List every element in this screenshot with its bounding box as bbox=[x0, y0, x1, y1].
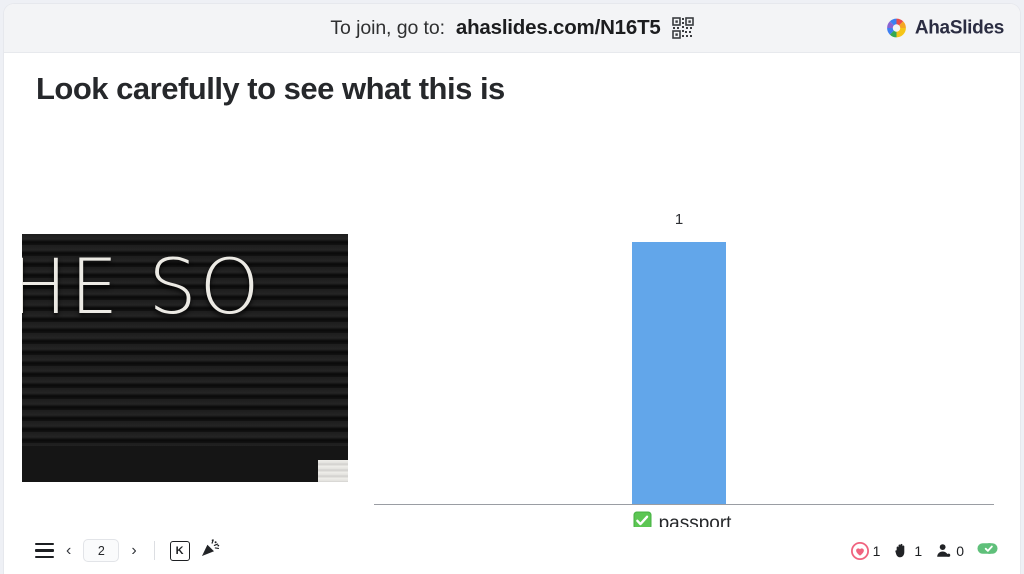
letterboard-letters: HE SO bbox=[22, 244, 263, 330]
raised-hands-count: 1 bbox=[914, 542, 923, 559]
page-number-input[interactable]: 2 bbox=[83, 539, 120, 562]
ahaslides-logo-icon bbox=[885, 17, 908, 40]
toolbar-right-group: 1 1 0 bbox=[850, 538, 1020, 564]
participants-count: 0 bbox=[956, 542, 964, 559]
chart-plot-area: 1 bbox=[369, 203, 994, 505]
person-icon bbox=[935, 542, 952, 559]
chart-bar bbox=[632, 242, 726, 504]
top-bar: To join, go to: ahaslides.com/N16T5 AhaS… bbox=[4, 4, 1020, 53]
letterboard-lower-shade bbox=[22, 446, 348, 482]
chart-bar-group: 1 bbox=[632, 211, 726, 504]
question-image: HE SO bbox=[22, 234, 348, 482]
bottom-toolbar: ‹ 2 › K 1 1 0 bbox=[4, 527, 1020, 574]
join-code-link[interactable]: ahaslides.com/N16T5 bbox=[456, 16, 661, 40]
bar-value-label: 1 bbox=[674, 211, 684, 228]
app-root: To join, go to: ahaslides.com/N16T5 AhaS… bbox=[0, 0, 1024, 574]
green-check-badge-icon[interactable] bbox=[977, 538, 998, 564]
previous-slide-button[interactable]: ‹ bbox=[64, 542, 73, 559]
join-prefix-label: To join, go to: bbox=[330, 16, 445, 39]
next-slide-button[interactable]: › bbox=[129, 542, 138, 559]
keyboard-shortcut-k-icon[interactable]: K bbox=[169, 540, 190, 561]
heart-icon bbox=[850, 541, 869, 560]
letterboard-corner-highlight bbox=[318, 460, 348, 482]
raised-hands-counter[interactable]: 1 bbox=[893, 542, 922, 559]
participants-counter[interactable]: 0 bbox=[935, 542, 964, 559]
reaction-hearts[interactable]: 1 bbox=[850, 541, 881, 560]
raised-hand-icon bbox=[893, 542, 910, 559]
toolbar-left-group: ‹ 2 › K bbox=[4, 538, 220, 563]
brand-logo[interactable]: AhaSlides bbox=[885, 17, 1004, 40]
presentation-slide-frame: To join, go to: ahaslides.com/N16T5 AhaS… bbox=[4, 4, 1020, 574]
reaction-hearts-count: 1 bbox=[872, 542, 881, 559]
join-instructions: To join, go to: ahaslides.com/N16T5 bbox=[330, 16, 694, 40]
toolbar-divider bbox=[153, 541, 155, 560]
brand-name-label: AhaSlides bbox=[914, 17, 1004, 38]
qr-code-icon[interactable] bbox=[671, 17, 694, 39]
party-popper-icon[interactable] bbox=[200, 538, 220, 563]
slide-body: Look carefully to see what this is HE SO… bbox=[4, 53, 1020, 574]
results-bar-chart: 1 passport bbox=[369, 203, 994, 543]
hamburger-menu-icon[interactable] bbox=[35, 543, 54, 558]
chart-baseline-axis bbox=[374, 504, 994, 505]
page-title: Look carefully to see what this is bbox=[36, 71, 505, 106]
